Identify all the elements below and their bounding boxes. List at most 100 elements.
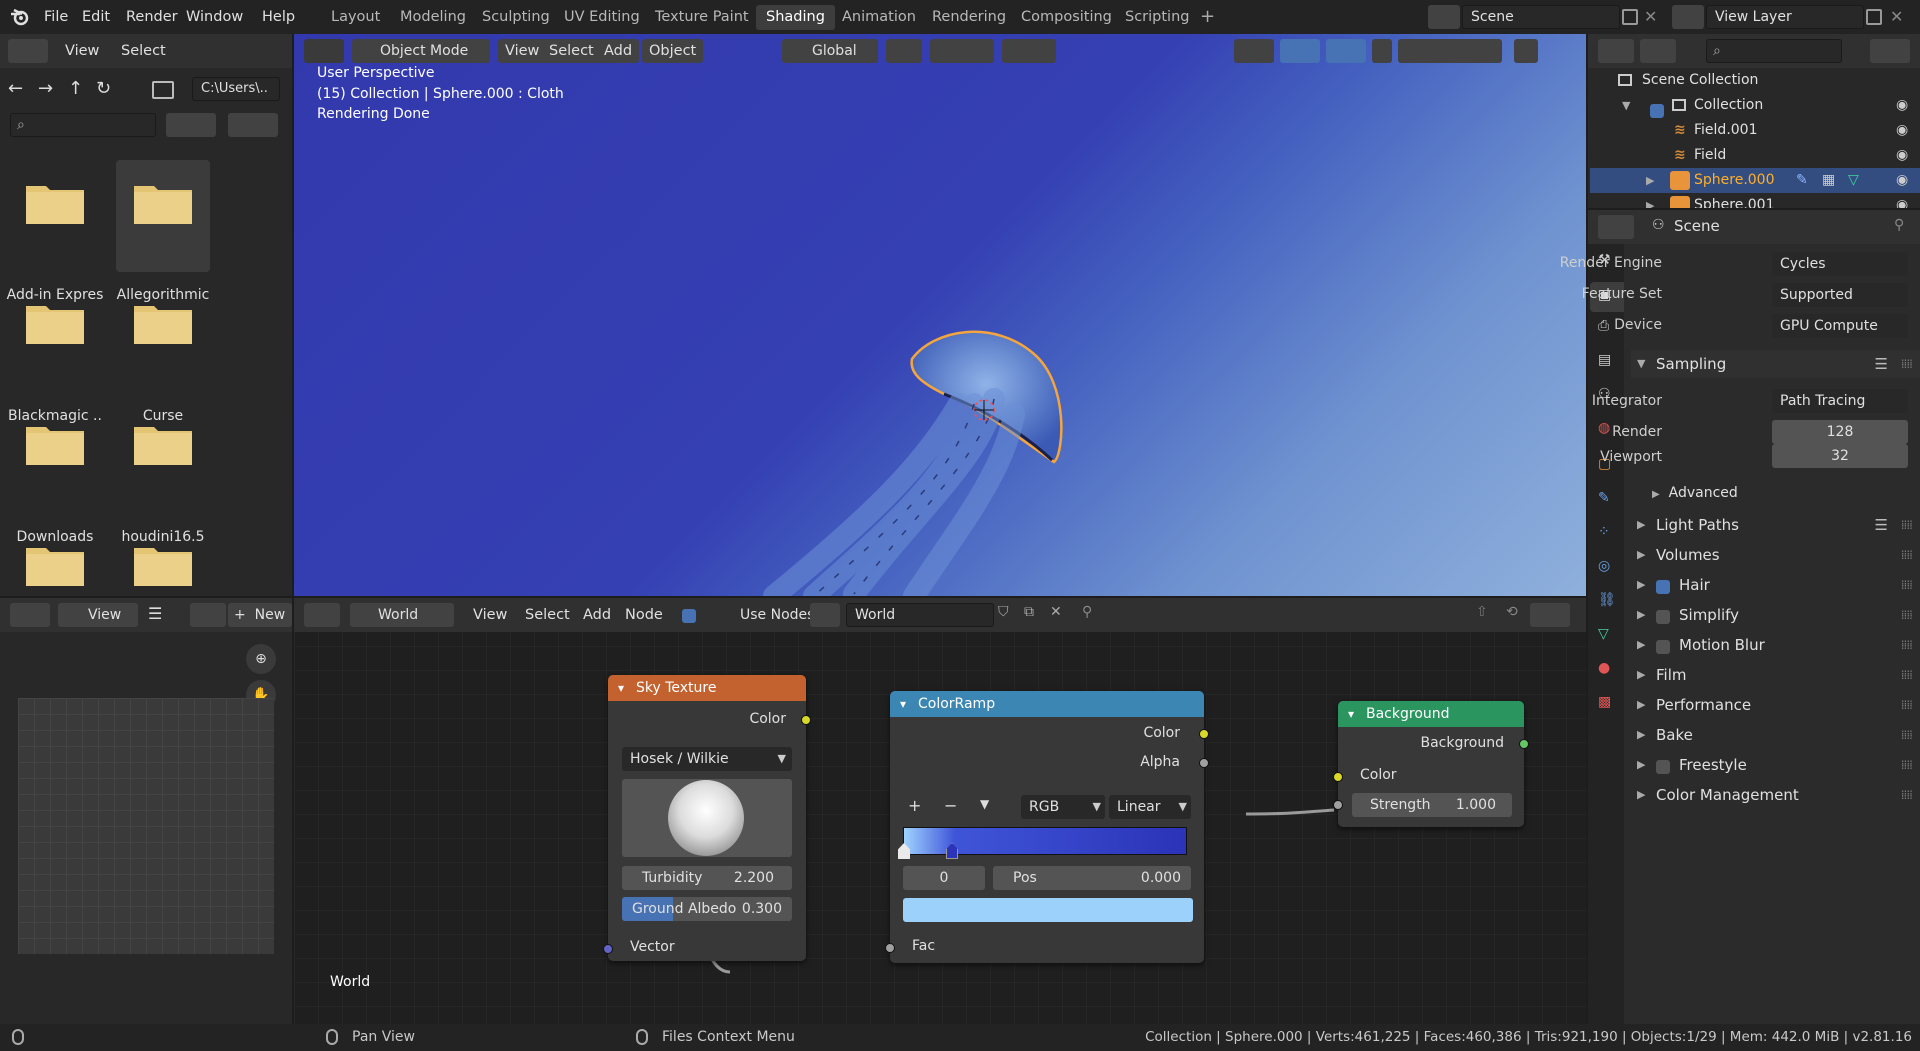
subpanel-advanced[interactable]: ▶ Advanced <box>1652 485 1738 501</box>
presets-list-icon[interactable]: ☰ <box>1875 511 1888 539</box>
drag-handle-icon[interactable]: ⁞⁞⁞⁞ <box>1901 751 1913 779</box>
eye-icon[interactable]: ◉ <box>1896 193 1908 208</box>
tab-shading[interactable]: Shading <box>756 5 835 30</box>
tab-animation[interactable]: Animation <box>832 5 926 30</box>
outliner-item-sphere001[interactable]: ▶ Sphere.001 ◉ <box>1590 193 1920 208</box>
file-menu-select[interactable]: Select <box>114 39 173 63</box>
menu-help[interactable]: Help <box>254 5 303 29</box>
hair-checkbox[interactable] <box>1656 572 1670 600</box>
expand-arrow-icon[interactable]: ▶ <box>1646 168 1654 193</box>
back-arrow-icon[interactable]: ← <box>8 78 23 99</box>
uv-grid[interactable] <box>18 698 274 954</box>
sky-model-dropdown[interactable]: Hosek / Wilkie ▼ <box>622 747 792 771</box>
folder-item[interactable] <box>24 180 86 226</box>
forward-arrow-icon[interactable]: → <box>38 78 53 99</box>
pause-render-icon[interactable] <box>1514 39 1538 63</box>
new-image-button[interactable]: + New <box>228 603 292 627</box>
render-engine-dropdown[interactable]: Cycles <box>1772 252 1908 276</box>
panel-volumes[interactable]: ▶ Volumes ⁞⁞⁞⁞ <box>1631 541 1920 569</box>
editor-type-icon[interactable] <box>304 39 344 63</box>
add-stop-icon[interactable]: + <box>908 796 921 815</box>
eye-icon[interactable]: ◉ <box>1896 168 1908 193</box>
eye-icon[interactable]: ◉ <box>1896 118 1908 143</box>
color-ramp-gradient[interactable] <box>903 827 1187 855</box>
tab-layout[interactable]: Layout <box>321 5 390 30</box>
viewport-3d[interactable]: Object Mode View Select Add Object Globa… <box>294 34 1586 596</box>
new-folder-icon[interactable] <box>152 81 174 99</box>
view-layer-tab-icon[interactable]: ▤ <box>1598 352 1611 368</box>
scene-name-field[interactable]: Scene <box>1462 5 1620 29</box>
file-menu-view[interactable]: View <box>58 39 106 63</box>
zoom-icon[interactable]: ⊕ <box>246 644 276 674</box>
ramp-fac-input-socket[interactable] <box>885 943 895 953</box>
panel-film[interactable]: ▶ Film ⁞⁞⁞⁞ <box>1631 661 1920 689</box>
constraints-tab-icon[interactable]: ⛓ <box>1598 592 1616 608</box>
folder-item[interactable] <box>132 421 194 467</box>
render-samples-field[interactable]: 128 <box>1772 420 1908 444</box>
panel-light-paths[interactable]: ▶ Light Paths ☰ ⁞⁞⁞⁞ <box>1631 511 1920 539</box>
folder-item[interactable] <box>24 421 86 467</box>
editor-type-icon[interactable] <box>10 603 50 627</box>
view-layer-field[interactable]: View Layer <box>1706 5 1864 29</box>
tab-compositing[interactable]: Compositing <box>1011 5 1122 30</box>
file-search-input[interactable]: ⌕ <box>10 113 156 137</box>
menu-render[interactable]: Render <box>118 5 186 29</box>
drag-handle-icon[interactable]: ⁞⁞⁞⁞ <box>1901 631 1913 659</box>
sky-vector-input-socket[interactable] <box>603 944 613 954</box>
viewport-samples-field[interactable]: 32 <box>1772 444 1908 468</box>
menu-window[interactable]: Window <box>178 5 251 29</box>
tab-sculpting[interactable]: Sculpting <box>472 5 560 30</box>
viewport-menu-object[interactable]: Object <box>642 39 704 63</box>
menu-edit[interactable]: Edit <box>74 5 118 29</box>
display-mode-icon[interactable] <box>166 113 216 137</box>
ramp-menu-chevron-icon[interactable]: ▼ <box>980 797 989 811</box>
outliner-search-input[interactable]: ⌕ <box>1706 39 1842 63</box>
path-field[interactable]: C:\Users\.. <box>192 77 280 101</box>
panel-simplify[interactable]: ▶ Simplify ⁞⁞⁞⁞ <box>1631 601 1920 629</box>
folder-item[interactable] <box>132 180 194 226</box>
interpolation-dropdown[interactable]: Linear ▼ <box>1109 795 1191 819</box>
orientation-dropdown[interactable]: Global <box>782 39 878 63</box>
image-browse-icon[interactable] <box>190 603 226 627</box>
color-ramp-node[interactable]: ColorRamp Color Alpha + − ▼ RGB ▼ Linear… <box>885 691 1209 963</box>
mode-dropdown[interactable]: Object Mode <box>352 39 490 63</box>
visibility-icon[interactable] <box>1234 39 1274 63</box>
ground-albedo-field[interactable]: Ground Albedo 0.300 <box>622 897 792 921</box>
bg-color-input-socket[interactable] <box>1333 772 1343 782</box>
sky-texture-node[interactable]: Sky Texture Color Hosek / Wilkie ▼ Turbi… <box>603 675 811 961</box>
viewport-menu-add[interactable]: Add <box>597 39 640 63</box>
stop-index-field[interactable]: 0 <box>903 866 985 890</box>
pivot-icon[interactable] <box>886 39 922 63</box>
menu-file[interactable]: File <box>36 5 76 29</box>
device-dropdown[interactable]: GPU Compute <box>1772 314 1908 338</box>
sky-color-output-socket[interactable] <box>801 715 811 725</box>
display-mode-icon[interactable] <box>1640 39 1676 63</box>
hamburger-menu-icon[interactable]: ☰ <box>148 604 162 623</box>
proportional-edit-icon[interactable] <box>1002 39 1056 63</box>
color-mode-dropdown[interactable]: RGB ▼ <box>1021 795 1105 819</box>
tab-scripting[interactable]: Scripting <box>1115 5 1199 30</box>
texture-tab-icon[interactable]: ▩ <box>1598 694 1611 710</box>
outliner-item-field[interactable]: ≋ Field ◉ <box>1590 143 1920 168</box>
filter-icon[interactable] <box>228 113 278 137</box>
ramp-color-output-socket[interactable] <box>1199 729 1209 739</box>
outliner-item-field001[interactable]: ≋ Field.001 ◉ <box>1590 118 1920 143</box>
stop-color-swatch[interactable] <box>903 898 1193 922</box>
drag-handle-icon[interactable]: ⁞⁞⁞⁞ <box>1901 781 1913 809</box>
overlays-icon[interactable] <box>1326 39 1366 63</box>
ramp-node-title[interactable]: ColorRamp <box>890 691 1204 717</box>
panel-bake[interactable]: ▶ Bake ⁞⁞⁞⁞ <box>1631 721 1920 749</box>
parent-dir-icon[interactable]: ↑ <box>68 78 83 99</box>
viewport-menu-select[interactable]: Select <box>542 39 601 63</box>
pin-icon[interactable]: ⚲ <box>1894 217 1904 233</box>
snap-icon[interactable] <box>930 39 994 63</box>
eye-icon[interactable]: ◉ <box>1896 143 1908 168</box>
panel-hair[interactable]: ▶ Hair ⁞⁞⁞⁞ <box>1631 571 1920 599</box>
outliner-item-sphere000[interactable]: ▶ Sphere.000 ✎ ▦ ▽ ◉ <box>1590 168 1920 193</box>
panel-freestyle[interactable]: ▶ Freestyle ⁞⁞⁞⁞ <box>1631 751 1920 779</box>
background-node[interactable]: Background Background Color Strength 1.0… <box>1333 701 1529 827</box>
remove-stop-icon[interactable]: − <box>944 796 957 815</box>
tab-uv-editing[interactable]: UV Editing <box>554 5 650 30</box>
blender-logo-icon[interactable] <box>10 8 30 26</box>
editor-type-icon[interactable] <box>8 39 48 63</box>
